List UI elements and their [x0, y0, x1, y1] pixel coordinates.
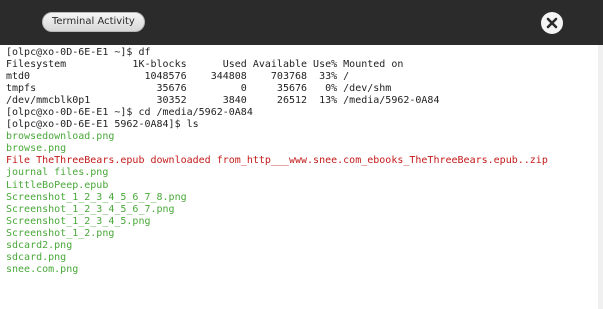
- terminal-line: sdcard.png: [6, 251, 67, 263]
- terminal-line: browsedownload.png: [6, 131, 115, 143]
- terminal-line: File TheThreeBears.epub downloaded from_…: [6, 155, 548, 167]
- terminal-line: [olpc@xo-0D-6E-E1 ~]$ cd /media/5962-0A8…: [6, 107, 253, 119]
- terminal-activity-window: Terminal Activity [olpc@xo-0D-6E-E1 ~]$ …: [0, 0, 603, 309]
- terminal-line: journal files.png: [6, 167, 109, 179]
- activity-toolbar: Terminal Activity: [0, 0, 603, 45]
- terminal-activity-tab[interactable]: Terminal Activity: [42, 12, 145, 32]
- terminal-activity-tab-label: Terminal Activity: [52, 16, 135, 27]
- terminal-line: Screenshot_1_2.png: [6, 227, 115, 239]
- close-button[interactable]: [541, 12, 563, 34]
- terminal-line: snee.com.png: [6, 263, 79, 275]
- terminal-line: Filesystem 1K-blocks Used Available Use%…: [6, 59, 404, 71]
- terminal-line: /dev/mmcblk0p1 30352 3840 26512 13% /med…: [6, 95, 440, 107]
- terminal-scrollbar[interactable]: [598, 45, 603, 309]
- terminal-line: Screenshot_1_2_3_4_5_6_7_8.png: [6, 191, 187, 203]
- terminal-line: [olpc@xo-0D-6E-E1 ~]$ df: [6, 47, 151, 58]
- close-icon: [546, 17, 558, 29]
- terminal-line: Screenshot_1_2_3_4_5.png: [6, 215, 151, 227]
- terminal-line: browse.png: [6, 143, 67, 155]
- terminal-line: sdcard2.png: [6, 239, 73, 251]
- terminal-line: tmpfs 35676 0 35676 0% /dev/shm: [6, 83, 392, 95]
- terminal-line: mtd0 1048576 344808 703768 33% /: [6, 71, 350, 83]
- terminal-output[interactable]: [olpc@xo-0D-6E-E1 ~]$ df Filesystem 1K-bl…: [0, 45, 603, 309]
- terminal-line: LittleBoPeep.epub: [6, 179, 109, 191]
- terminal-line: [olpc@xo-0D-6E-E1 5962-0A84]$ ls: [6, 119, 199, 131]
- terminal-line: Screenshot_1_2_3_4_5_6_7.png: [6, 203, 175, 215]
